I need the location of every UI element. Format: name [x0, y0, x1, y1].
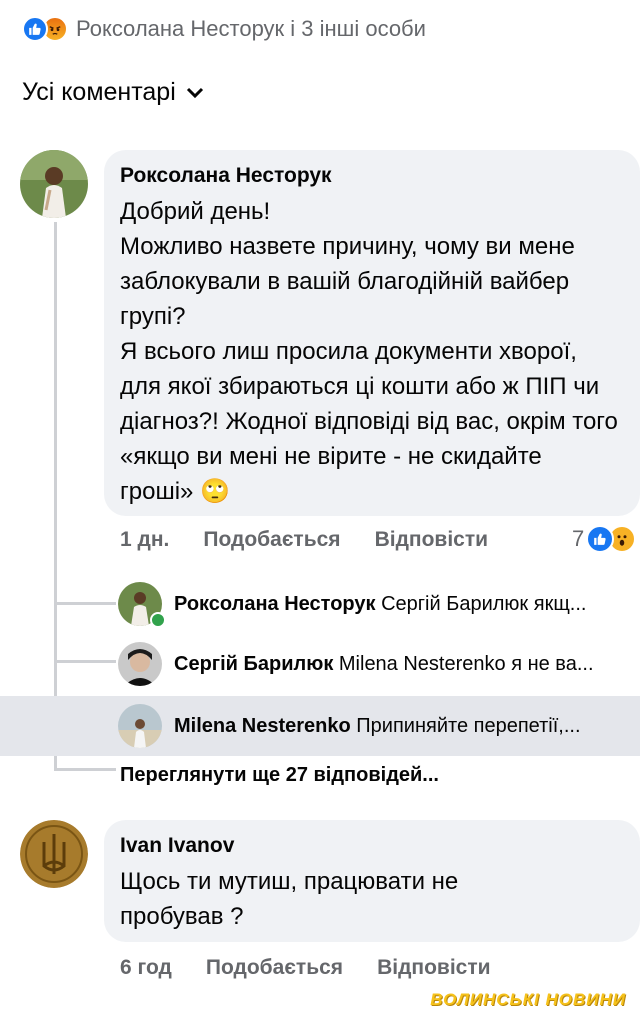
- reactions-summary[interactable]: Роксолана Несторук і 3 інші особи: [22, 14, 426, 44]
- comment-bubble: Роксолана Несторук Добрий день! Можливо …: [104, 150, 640, 516]
- like-reaction-icon: [586, 525, 615, 553]
- comment-actions: 1 дн. Подобається Відповісти: [120, 524, 640, 556]
- reaction-count: 7: [572, 526, 585, 551]
- reply-button[interactable]: Відповісти: [377, 956, 490, 980]
- comment-actions: 6 год Подобається Відповісти: [120, 952, 600, 984]
- reply-author[interactable]: Сергій Барилюк: [174, 653, 333, 675]
- avatar: [118, 642, 162, 686]
- reply-author[interactable]: Роксолана Несторук: [174, 593, 376, 615]
- like-button[interactable]: Подобається: [203, 528, 340, 552]
- reply-item-highlighted[interactable]: Milena Nesterenko Припиняйте перепетії,.…: [0, 696, 640, 756]
- reply-preview: Припиняйте перепетії,...: [356, 715, 581, 737]
- chevron-down-icon: [186, 87, 203, 98]
- comment-bubble: Ivan Ivanov Щось ти мутиш, працювати не …: [104, 820, 640, 942]
- comment-time[interactable]: 6 год: [120, 956, 172, 980]
- comment-reactions[interactable]: 7: [572, 524, 637, 554]
- reply-author[interactable]: Milena Nesterenko: [174, 715, 351, 737]
- reply-item[interactable]: Роксолана Несторук Сергій Барилюк якщ...: [0, 576, 640, 632]
- comments-filter-dropdown[interactable]: Усі коментарі: [22, 78, 204, 107]
- avatar: [118, 704, 162, 748]
- comment-text: Добрий день! Можливо назвете причину, чо…: [120, 198, 618, 505]
- filter-label: Усі коментарі: [22, 78, 176, 106]
- comment-time[interactable]: 1 дн.: [120, 528, 169, 552]
- reply-preview: Milena Nesterenko я не ва...: [338, 653, 594, 675]
- reply-preview: Сергій Барилюк якщ...: [381, 593, 587, 615]
- like-reaction-icon: [22, 16, 48, 42]
- reply-button[interactable]: Відповісти: [375, 528, 488, 552]
- thread-branch: [54, 768, 116, 771]
- watermark-logo: ВОЛИНСЬКІ НОВИНИ: [430, 990, 626, 1009]
- comment-author[interactable]: Ivan Ivanov: [120, 834, 234, 858]
- like-button[interactable]: Подобається: [206, 956, 343, 980]
- reactors-text: Роксолана Несторук і 3 інші особи: [76, 16, 426, 41]
- online-status-dot: [150, 612, 166, 628]
- comment-text: Щось ти мутиш, працювати не пробував ?: [120, 868, 459, 930]
- comment-author[interactable]: Роксолана Несторук: [120, 164, 332, 188]
- avatar[interactable]: [20, 150, 88, 218]
- view-more-replies-link[interactable]: Переглянути ще 27 відповідей...: [120, 764, 439, 787]
- reply-item[interactable]: Сергій Барилюк Milena Nesterenko я не ва…: [0, 636, 640, 692]
- avatar[interactable]: [20, 820, 88, 888]
